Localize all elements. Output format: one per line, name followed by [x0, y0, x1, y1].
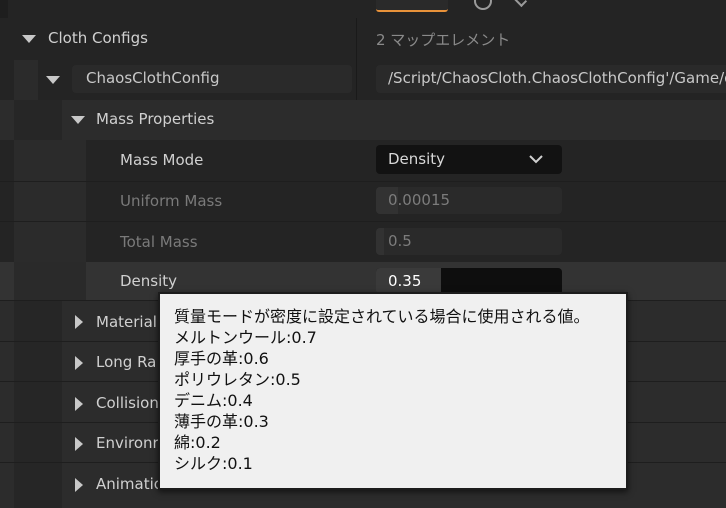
tooltip-line: メルトンウール:0.7: [174, 328, 317, 347]
value-fill-bar: [376, 228, 384, 255]
density-tooltip: 質量モードが密度に設定されている場合に使用される値。 メルトンウール:0.7 厚…: [158, 292, 628, 490]
density-value: 0.35: [388, 272, 422, 290]
section-label-animation: Animatio: [96, 475, 163, 493]
mass-mode-value: Density: [388, 150, 446, 168]
total-mass-label: Total Mass: [120, 233, 198, 251]
expand-arrow-icon[interactable]: [22, 35, 36, 43]
config-path-value: /Script/ChaosCloth.ChaosClothConfig'/Gam…: [388, 69, 726, 87]
cloth-configs-row[interactable]: Cloth Configs 2 マップエレメント: [0, 18, 726, 61]
expand-arrow-icon[interactable]: [71, 116, 85, 124]
mass-properties-label: Mass Properties: [96, 110, 215, 128]
indent-stripe: [14, 463, 38, 508]
uniform-mass-input[interactable]: 0.00015: [376, 187, 562, 214]
expand-arrow-icon[interactable]: [75, 478, 83, 492]
tooltip-line: デニム:0.4: [174, 391, 253, 410]
total-mass-input[interactable]: 0.5: [376, 228, 562, 255]
indent-stripe: [62, 262, 86, 300]
tooltip-line: ポリウレタン:0.5: [174, 370, 301, 389]
density-input[interactable]: 0.35: [376, 268, 562, 295]
chaos-cloth-config-row[interactable]: ChaosClothConfig /Script/ChaosCloth.Chao…: [0, 60, 726, 100]
mass-mode-label: Mass Mode: [120, 151, 204, 169]
indent-stripe: [14, 382, 38, 423]
chevron-down-icon: [529, 155, 543, 164]
asset-thumbnail-button[interactable]: [376, 0, 448, 12]
mass-mode-dropdown[interactable]: Density: [376, 145, 562, 174]
indent-stripe: [14, 262, 38, 300]
indent-stripe: [38, 463, 62, 508]
mass-properties-row[interactable]: Mass Properties: [0, 100, 726, 140]
tooltip-line: 厚手の革:0.6: [174, 349, 269, 368]
density-label: Density: [120, 272, 178, 290]
cloth-configs-label: Cloth Configs: [48, 29, 148, 47]
tooltip-line: 質量モードが密度に設定されている場合に使用される値。: [174, 307, 590, 326]
indent-stripe: [38, 382, 62, 423]
indent-stripe: [14, 423, 38, 463]
top-bar: [0, 0, 726, 18]
indent-stripe: [14, 100, 38, 140]
indent-stripe: [62, 222, 86, 263]
uniform-mass-value: 0.00015: [388, 191, 451, 209]
map-key-value: ChaosClothConfig: [86, 69, 220, 87]
indent-stripe: [14, 182, 38, 222]
section-label-collision: Collision: [96, 394, 159, 412]
indent-stripe: [14, 301, 38, 342]
expand-arrow-icon[interactable]: [75, 397, 83, 411]
indent-stripe: [38, 182, 62, 222]
tooltip-line: 綿:0.2: [174, 433, 221, 452]
mass-mode-row: Mass Mode Density: [0, 140, 726, 181]
indent-stripe: [14, 60, 38, 100]
expand-arrow-icon[interactable]: [75, 356, 83, 370]
indent-stripe: [14, 140, 38, 181]
indent-stripe: [38, 100, 62, 140]
section-label-environment: Environr: [96, 434, 159, 452]
indent-stripe: [38, 301, 62, 342]
indent-stripe: [38, 342, 62, 382]
indent-stripe: [14, 342, 38, 382]
config-path-field[interactable]: /Script/ChaosCloth.ChaosClothConfig'/Gam…: [376, 65, 726, 93]
expand-arrow-icon[interactable]: [75, 437, 83, 451]
section-label-long-range: Long Ra: [96, 353, 157, 371]
indent-stripe: [14, 222, 38, 263]
indent-stripe: [62, 140, 86, 181]
indent-stripe: [62, 182, 86, 222]
expand-arrow-icon[interactable]: [75, 315, 83, 329]
tooltip-line: シルク:0.1: [174, 454, 253, 473]
indent-stripe: [38, 140, 62, 181]
total-mass-value: 0.5: [388, 232, 412, 250]
expand-arrow-icon[interactable]: [46, 76, 60, 84]
total-mass-row: Total Mass 0.5: [0, 221, 726, 263]
cloth-configs-count: 2 マップエレメント: [376, 31, 511, 49]
tooltip-line: 薄手の革:0.3: [174, 412, 269, 431]
indent-stripe: [38, 262, 62, 300]
map-key-field[interactable]: ChaosClothConfig: [72, 65, 352, 93]
indent-stripe: [38, 423, 62, 463]
uniform-mass-label: Uniform Mass: [120, 192, 223, 210]
section-label-material: Material: [96, 313, 157, 331]
uniform-mass-row: Uniform Mass 0.00015: [0, 181, 726, 222]
indent-stripe: [38, 222, 62, 263]
